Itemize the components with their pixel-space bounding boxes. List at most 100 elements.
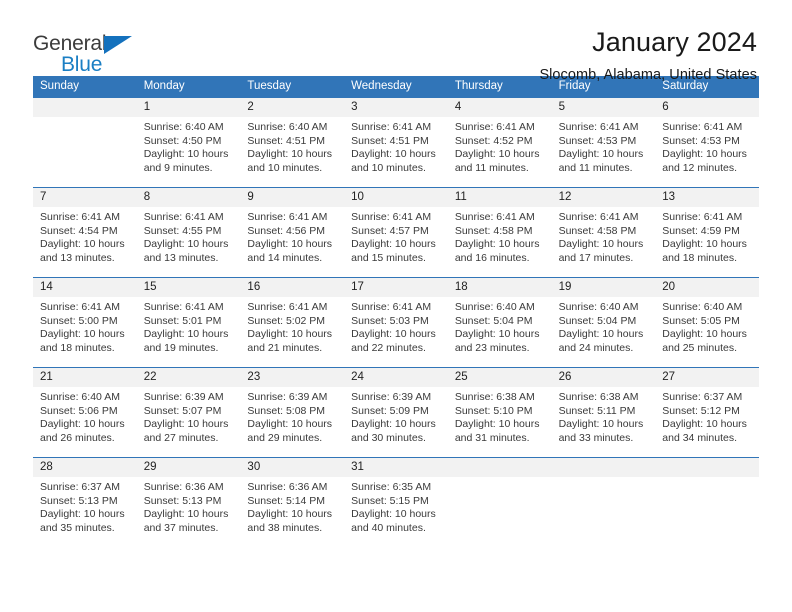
day-cell <box>552 477 656 547</box>
day-cell[interactable]: Sunrise: 6:39 AM Sunset: 5:07 PM Dayligh… <box>137 387 241 457</box>
sunset-text: Sunset: 5:14 PM <box>247 494 326 507</box>
day-number[interactable]: 27 <box>655 368 759 387</box>
day-cell[interactable]: Sunrise: 6:38 AM Sunset: 5:10 PM Dayligh… <box>448 387 552 457</box>
day-cell[interactable]: Sunrise: 6:40 AM Sunset: 5:06 PM Dayligh… <box>33 387 137 457</box>
daylight-text-line2: and 10 minutes. <box>351 161 426 174</box>
day-number[interactable]: 14 <box>33 278 137 297</box>
sunrise-text: Sunrise: 6:39 AM <box>351 391 432 403</box>
day-number[interactable]: 28 <box>33 458 137 477</box>
daylight-text-line2: and 24 minutes. <box>558 341 634 354</box>
day-cell[interactable]: Sunrise: 6:40 AM Sunset: 4:50 PM Dayligh… <box>137 117 241 187</box>
sunrise-text: Sunrise: 6:41 AM <box>454 121 535 133</box>
day-cell[interactable]: Sunrise: 6:37 AM Sunset: 5:12 PM Dayligh… <box>655 387 759 457</box>
sunrise-text: Sunrise: 6:36 AM <box>247 481 328 493</box>
day-number[interactable]: 2 <box>240 98 344 117</box>
sunrise-text: Sunrise: 6:41 AM <box>454 211 535 223</box>
logo-text-blue: Blue <box>61 53 103 76</box>
day-cell[interactable]: Sunrise: 6:41 AM Sunset: 4:58 PM Dayligh… <box>448 207 552 277</box>
day-number[interactable]: 1 <box>137 98 241 117</box>
day-cell[interactable]: Sunrise: 6:41 AM Sunset: 4:54 PM Dayligh… <box>33 207 137 277</box>
day-number[interactable]: 17 <box>344 278 448 297</box>
sunrise-text: Sunrise: 6:35 AM <box>351 481 432 493</box>
general-blue-logo[interactable]: General Blue <box>33 28 153 76</box>
sunrise-text: Sunrise: 6:41 AM <box>351 211 432 223</box>
sunset-text: Sunset: 5:04 PM <box>454 314 533 327</box>
day-number[interactable]: 23 <box>240 368 344 387</box>
day-cell[interactable]: Sunrise: 6:41 AM Sunset: 5:03 PM Dayligh… <box>344 297 448 367</box>
day-cell[interactable]: Sunrise: 6:41 AM Sunset: 4:52 PM Dayligh… <box>448 117 552 187</box>
day-number[interactable]: 11 <box>448 188 552 207</box>
day-cell[interactable]: Sunrise: 6:39 AM Sunset: 5:09 PM Dayligh… <box>344 387 448 457</box>
sunrise-text: Sunrise: 6:39 AM <box>143 391 224 403</box>
day-cell[interactable]: Sunrise: 6:36 AM Sunset: 5:13 PM Dayligh… <box>137 477 241 547</box>
day-number[interactable]: 29 <box>137 458 241 477</box>
day-cell[interactable]: Sunrise: 6:41 AM Sunset: 4:53 PM Dayligh… <box>552 117 656 187</box>
day-number[interactable]: 7 <box>33 188 137 207</box>
day-cell[interactable]: Sunrise: 6:41 AM Sunset: 4:57 PM Dayligh… <box>344 207 448 277</box>
day-cell[interactable]: Sunrise: 6:40 AM Sunset: 5:04 PM Dayligh… <box>552 297 656 367</box>
daylight-text-line2: and 31 minutes. <box>454 431 530 444</box>
day-number[interactable]: 10 <box>344 188 448 207</box>
day-number[interactable] <box>33 98 137 117</box>
day-number[interactable]: 6 <box>655 98 759 117</box>
day-cell[interactable]: Sunrise: 6:41 AM Sunset: 4:58 PM Dayligh… <box>552 207 656 277</box>
day-number[interactable]: 15 <box>137 278 241 297</box>
day-number[interactable]: 13 <box>655 188 759 207</box>
day-cell[interactable]: Sunrise: 6:41 AM Sunset: 5:01 PM Dayligh… <box>137 297 241 367</box>
day-number[interactable]: 20 <box>655 278 759 297</box>
day-number[interactable]: 19 <box>552 278 656 297</box>
day-number[interactable]: 5 <box>552 98 656 117</box>
daylight-text-line2: and 23 minutes. <box>454 341 530 354</box>
day-cell[interactable]: Sunrise: 6:40 AM Sunset: 5:04 PM Dayligh… <box>448 297 552 367</box>
daylight-text-line1: Daylight: 10 hours <box>558 328 644 340</box>
daylight-text-line1: Daylight: 10 hours <box>247 238 333 250</box>
sunrise-text: Sunrise: 6:41 AM <box>662 211 743 223</box>
day-cell[interactable]: Sunrise: 6:41 AM Sunset: 4:56 PM Dayligh… <box>240 207 344 277</box>
daylight-text-line2: and 11 minutes. <box>454 161 529 174</box>
sunset-text: Sunset: 5:04 PM <box>558 314 637 327</box>
day-cell[interactable]: Sunrise: 6:38 AM Sunset: 5:11 PM Dayligh… <box>552 387 656 457</box>
day-cell[interactable]: Sunrise: 6:36 AM Sunset: 5:14 PM Dayligh… <box>240 477 344 547</box>
day-cell[interactable]: Sunrise: 6:37 AM Sunset: 5:13 PM Dayligh… <box>33 477 137 547</box>
day-cell <box>33 117 137 187</box>
daylight-text-line2: and 14 minutes. <box>247 251 323 264</box>
daylight-text-line1: Daylight: 10 hours <box>247 328 333 340</box>
daylight-text-line2: and 9 minutes. <box>143 161 213 174</box>
sunrise-text: Sunrise: 6:41 AM <box>351 301 432 313</box>
day-cell[interactable]: Sunrise: 6:35 AM Sunset: 5:15 PM Dayligh… <box>344 477 448 547</box>
day-number[interactable]: 9 <box>240 188 344 207</box>
day-cell[interactable]: Sunrise: 6:41 AM Sunset: 5:02 PM Dayligh… <box>240 297 344 367</box>
day-number[interactable]: 3 <box>344 98 448 117</box>
day-number[interactable]: 24 <box>344 368 448 387</box>
sunset-text: Sunset: 5:06 PM <box>40 404 118 417</box>
week-detail-row: Sunrise: 6:37 AM Sunset: 5:13 PM Dayligh… <box>33 477 759 547</box>
day-cell[interactable]: Sunrise: 6:39 AM Sunset: 5:08 PM Dayligh… <box>240 387 344 457</box>
sunrise-text: Sunrise: 6:41 AM <box>247 301 328 313</box>
day-cell[interactable]: Sunrise: 6:41 AM Sunset: 4:53 PM Dayligh… <box>655 117 759 187</box>
daylight-text-line1: Daylight: 10 hours <box>454 328 540 340</box>
day-cell[interactable]: Sunrise: 6:41 AM Sunset: 5:00 PM Dayligh… <box>33 297 137 367</box>
day-cell[interactable]: Sunrise: 6:41 AM Sunset: 4:59 PM Dayligh… <box>655 207 759 277</box>
day-number[interactable]: 30 <box>240 458 344 477</box>
day-cell[interactable]: Sunrise: 6:40 AM Sunset: 4:51 PM Dayligh… <box>240 117 344 187</box>
day-number[interactable]: 16 <box>240 278 344 297</box>
sunset-text: Sunset: 4:58 PM <box>558 224 637 237</box>
day-number[interactable]: 22 <box>137 368 241 387</box>
sunrise-text: Sunrise: 6:41 AM <box>247 211 328 223</box>
daylight-text-line2: and 33 minutes. <box>558 431 634 444</box>
sunset-text: Sunset: 4:52 PM <box>454 134 533 147</box>
day-number[interactable]: 21 <box>33 368 137 387</box>
day-cell[interactable]: Sunrise: 6:40 AM Sunset: 5:05 PM Dayligh… <box>655 297 759 367</box>
day-cell[interactable]: Sunrise: 6:41 AM Sunset: 4:51 PM Dayligh… <box>344 117 448 187</box>
daylight-text-line1: Daylight: 10 hours <box>662 238 747 250</box>
day-number[interactable]: 25 <box>448 368 552 387</box>
day-cell[interactable]: Sunrise: 6:41 AM Sunset: 4:55 PM Dayligh… <box>137 207 241 277</box>
day-number[interactable]: 26 <box>552 368 656 387</box>
day-number[interactable]: 8 <box>137 188 241 207</box>
day-number[interactable]: 31 <box>344 458 448 477</box>
calendar-page: General Blue January 2024 Slocomb, Alaba… <box>0 0 792 612</box>
day-number[interactable]: 12 <box>552 188 656 207</box>
day-number[interactable]: 18 <box>448 278 552 297</box>
day-number[interactable]: 4 <box>448 98 552 117</box>
daylight-text-line1: Daylight: 10 hours <box>143 508 229 520</box>
